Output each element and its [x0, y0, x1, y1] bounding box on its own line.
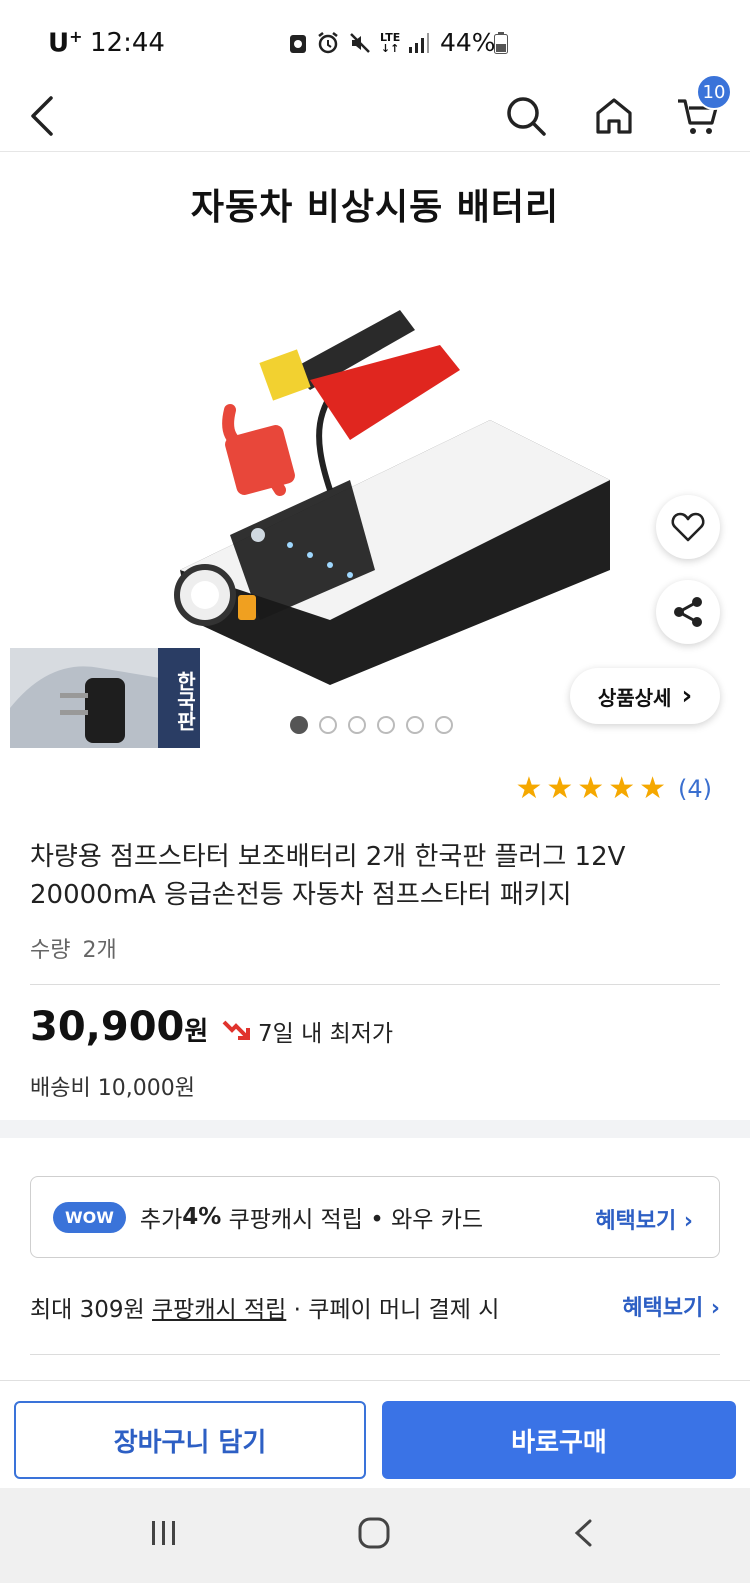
coupay-benefit: 최대 309원 쿠팡캐시 적립 · 쿠페이 머니 결제 시 [30, 1290, 720, 1324]
clock: 12:44 [90, 28, 165, 58]
product-detail-label: 상품상세 [597, 685, 672, 710]
price: 30,900원 [30, 1004, 209, 1050]
coupay-benefit-link[interactable]: 혜택보기 › [622, 1290, 720, 1322]
star-icon: ★ [515, 771, 543, 806]
product-image[interactable] [160, 290, 640, 700]
shipping-fee: 배송비 10,000원 [30, 1076, 195, 1101]
divider [30, 984, 720, 985]
battery-icon [494, 32, 508, 54]
gallery-dot[interactable] [377, 716, 395, 734]
status-icons: LTE ↓↑ [288, 28, 430, 58]
lte-indicator: LTE ↓↑ [380, 31, 401, 55]
rating[interactable]: ★ ★ ★ ★ ★ (4) [515, 774, 712, 804]
gallery-pagination [290, 716, 453, 734]
gallery-dot[interactable] [348, 716, 366, 734]
section-divider [0, 1120, 750, 1138]
add-to-cart-button[interactable]: 장바구니 담기 [14, 1401, 366, 1479]
home-icon [596, 98, 632, 134]
battery-percent: 44% [440, 28, 496, 57]
home-circle-icon [358, 1517, 390, 1549]
wow-benefit-link[interactable]: 혜택보기 › [595, 1203, 693, 1235]
gallery-dot[interactable] [406, 716, 424, 734]
recent-apps-icon [152, 1521, 175, 1545]
review-count[interactable]: (4) [678, 775, 712, 803]
search-icon [507, 97, 546, 136]
thumbnail-image[interactable]: 한국판 [10, 648, 200, 748]
cart-count-badge: 10 [696, 74, 732, 110]
buy-now-button[interactable]: 바로구매 [382, 1401, 736, 1479]
thumbnail-label: 한국판 [158, 648, 200, 748]
back-button[interactable] [14, 88, 70, 144]
top-nav [0, 80, 750, 152]
system-home-button[interactable] [344, 1508, 404, 1558]
wow-text-post: 쿠팡캐시 적립 • 와우 카드 [221, 1207, 484, 1233]
share-icon [674, 597, 702, 627]
signal-icon [409, 33, 430, 53]
purchase-bar: 장바구니 담기 바로구매 [0, 1380, 750, 1488]
coupay-text-post: · 쿠페이 머니 결제 시 [286, 1297, 500, 1323]
mute-icon [350, 33, 370, 53]
system-back-button[interactable] [554, 1508, 614, 1558]
heart-icon [671, 512, 705, 542]
alarm-icon [318, 32, 338, 54]
star-icon: ★ [546, 771, 574, 806]
gallery-dot[interactable] [435, 716, 453, 734]
search-button[interactable] [498, 88, 554, 144]
lowest-price-badge: 7일 내 최저가 [222, 1014, 393, 1048]
star-icon: ★ [577, 771, 605, 806]
product-title: 차량용 점프스타터 보조배터리 2개 한국판 플러그 12V 20000mA 응… [30, 842, 626, 910]
divider [30, 1354, 720, 1355]
wow-percent: 4% [182, 1204, 222, 1230]
gallery-dot[interactable] [319, 716, 337, 734]
star-icon: ★ [639, 771, 666, 806]
wow-benefit-box[interactable]: WOW 추가 4% 쿠팡캐시 적립 • 와우 카드 혜택보기 › [30, 1176, 720, 1258]
chevron-left-icon [31, 96, 53, 136]
back-arrow-icon [574, 1519, 592, 1547]
hero-title: 자동차 비상시동 배터리 [190, 187, 560, 228]
share-button[interactable] [656, 580, 720, 644]
carrier-label: U+ [48, 27, 83, 59]
status-bar: U+ 12:44 LTE ↓↑ 44% [0, 0, 750, 80]
quantity-value: 2개 [82, 938, 117, 963]
charger-photo [10, 648, 160, 748]
trend-down-arrow-icon [222, 1020, 250, 1040]
wow-badge: WOW [53, 1201, 126, 1233]
home-button[interactable] [586, 88, 642, 144]
wishlist-button[interactable] [656, 495, 720, 559]
gallery-dot[interactable] [290, 716, 308, 734]
lowest-price-label: 7일 내 최저가 [258, 1021, 394, 1047]
recycle-icon [290, 35, 306, 53]
coupay-text-pre: 최대 309원 [30, 1297, 153, 1323]
quantity-info: 수량 2개 [30, 932, 129, 964]
wow-text-pre: 추가 [139, 1207, 183, 1233]
system-nav-bar [0, 1488, 750, 1583]
chevron-right-icon: › [681, 681, 693, 711]
coupay-cash-link[interactable]: 쿠팡캐시 적립 [152, 1297, 286, 1323]
star-icon: ★ [608, 771, 636, 806]
product-detail-button[interactable]: 상품상세 › [570, 668, 720, 724]
quantity-label: 수량 [30, 938, 71, 963]
recent-apps-button[interactable] [134, 1508, 194, 1558]
